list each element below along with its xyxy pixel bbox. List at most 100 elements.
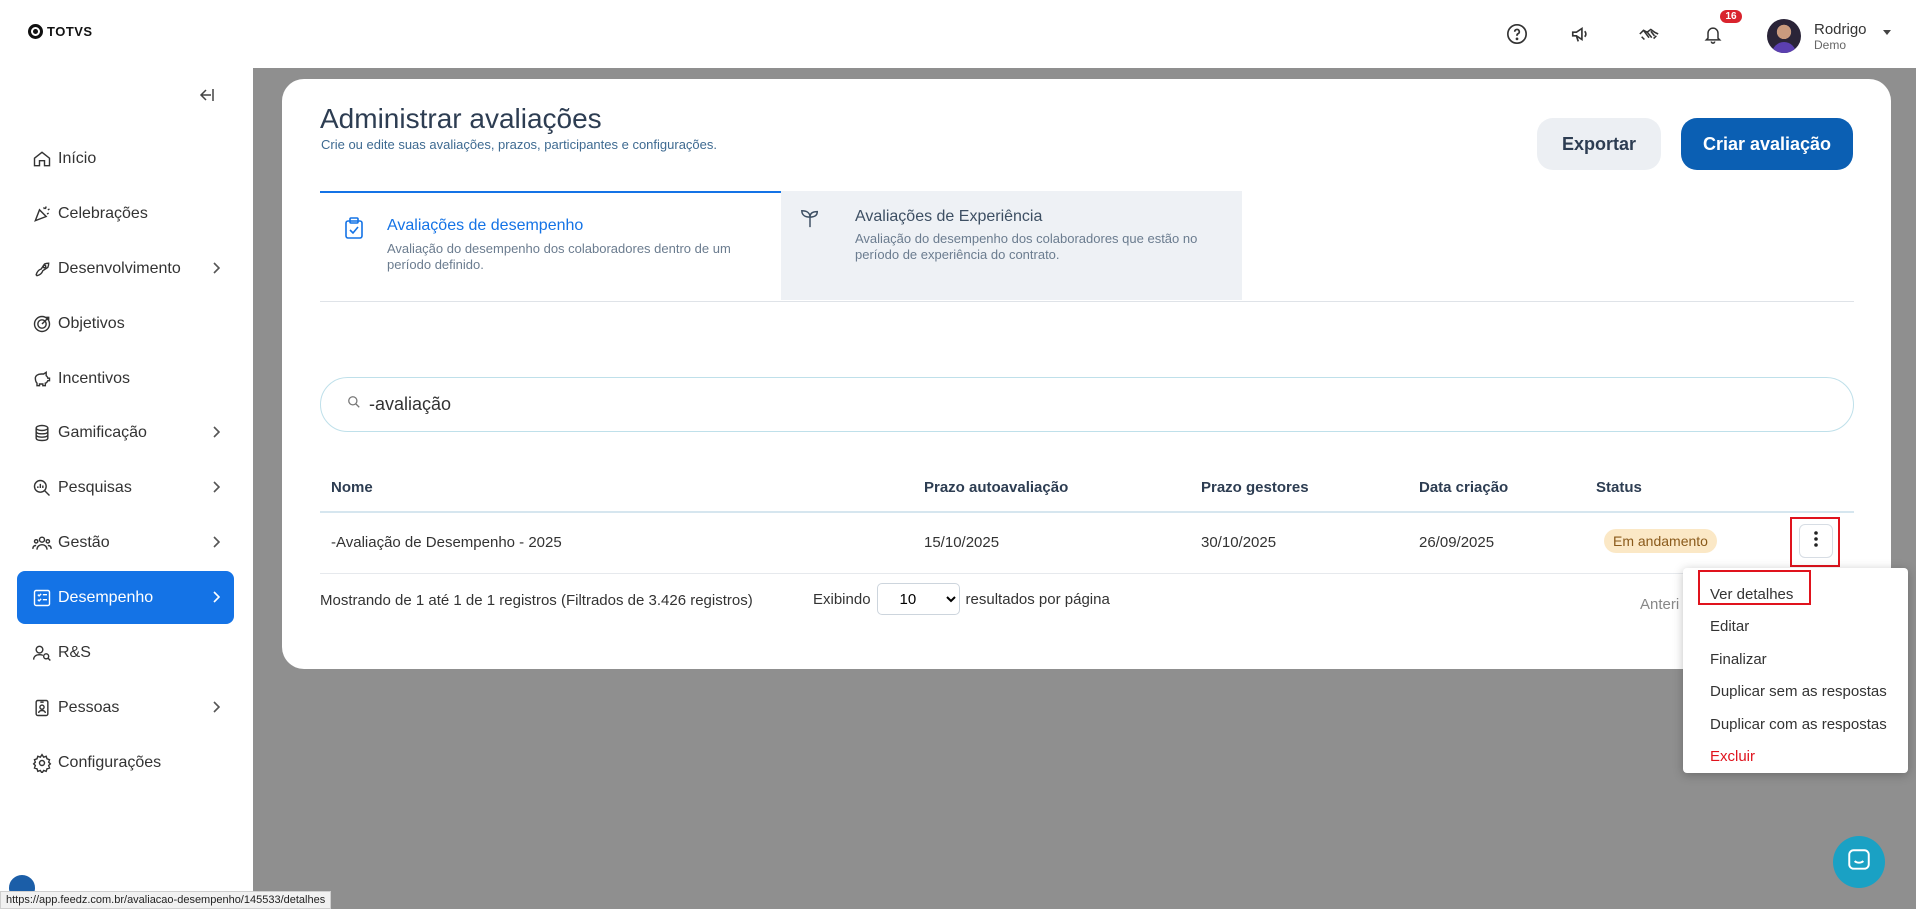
search-input[interactable] xyxy=(369,394,1769,415)
logo-text: TOTVS xyxy=(47,24,93,39)
sidebar-item-label: R&S xyxy=(58,643,91,661)
help-icon[interactable] xyxy=(1503,20,1531,48)
sidebar-item-gestao[interactable]: Gestão xyxy=(17,516,234,569)
per-page-select[interactable]: 10 xyxy=(876,583,960,615)
sidebar-item-gamificacao[interactable]: Gamificação xyxy=(17,406,234,459)
tab-title: Avaliações de desempenho xyxy=(387,217,584,234)
user-name[interactable]: Rodrigo xyxy=(1814,21,1867,38)
chevron-right-icon xyxy=(212,590,221,608)
column-header-nome[interactable]: Nome xyxy=(331,479,373,496)
page-subtitle: Crie ou edite suas avaliações, prazos, p… xyxy=(321,137,717,152)
sidebar-item-label: Gestão xyxy=(58,533,110,551)
per-page-suffix: resultados por página xyxy=(965,590,1110,608)
pagination-previous[interactable]: Anteri xyxy=(1640,596,1679,613)
create-evaluation-button[interactable]: Criar avaliação xyxy=(1681,118,1853,170)
sidebar-item-celebracoes[interactable]: Celebrações xyxy=(17,187,234,240)
search-bar[interactable] xyxy=(320,377,1854,432)
bell-icon[interactable] xyxy=(1699,20,1727,48)
cell-prazo-gestores: 30/10/2025 xyxy=(1201,534,1277,551)
sidebar-item-label: Desempenho xyxy=(58,588,154,606)
totvs-logo-mark xyxy=(28,24,43,39)
cell-prazo-autoavaliacao: 15/10/2025 xyxy=(924,534,1000,551)
sidebar-item-desempenho[interactable]: Desempenho xyxy=(17,571,234,624)
sidebar-item-label: Desenvolvimento xyxy=(58,259,181,277)
rocket-icon xyxy=(31,258,53,280)
sprout-icon xyxy=(799,208,821,233)
sidebar-item-pessoas[interactable]: Pessoas xyxy=(17,681,234,734)
cell-data-criacao: 26/09/2025 xyxy=(1419,534,1495,551)
chevron-right-icon xyxy=(212,480,221,498)
column-header-prazo-autoavaliacao[interactable]: Prazo autoavaliação xyxy=(924,479,1068,496)
records-info: Mostrando de 1 até 1 de 1 registros (Fil… xyxy=(320,592,753,609)
tabs-divider xyxy=(320,301,1854,302)
sidebar-item-label: Pessoas xyxy=(58,698,120,716)
user-menu-caret-icon[interactable] xyxy=(1883,30,1891,35)
menu-item-duplicar-com-respostas[interactable]: Duplicar com as respostas xyxy=(1710,716,1887,733)
tab-avaliacoes-desempenho[interactable]: Avaliações de desempenho Avaliação do de… xyxy=(320,191,781,300)
id-badge-icon xyxy=(31,697,53,719)
gear-icon xyxy=(31,752,53,774)
tab-description: Avaliação do desempenho dos colaboradore… xyxy=(855,231,1198,262)
sidebar-item-label: Configurações xyxy=(58,753,162,771)
sidebar-item-label: Incentivos xyxy=(58,369,131,387)
chart-search-icon xyxy=(31,477,53,499)
sidebar-item-label: Objetivos xyxy=(58,314,125,332)
sidebar-item-incentivos[interactable]: Incentivos xyxy=(17,352,234,405)
sidebar-item-rs[interactable]: R&S xyxy=(17,626,234,679)
cell-nome: -Avaliação de Desempenho - 2025 xyxy=(331,534,562,551)
sidebar-item-inicio[interactable]: Início xyxy=(17,132,234,185)
per-page-control: Exibindo 10 resultados por página xyxy=(813,583,1110,615)
menu-item-excluir[interactable]: Excluir xyxy=(1710,748,1755,765)
page-title: Administrar avaliações xyxy=(320,103,602,134)
column-header-status[interactable]: Status xyxy=(1596,479,1642,496)
target-icon xyxy=(31,313,53,335)
coins-icon xyxy=(31,422,53,444)
sidebar-item-label: Início xyxy=(58,149,97,167)
collapse-left-icon[interactable] xyxy=(199,88,215,107)
menu-item-finalizar[interactable]: Finalizar xyxy=(1710,651,1767,668)
chevron-right-icon xyxy=(212,700,221,718)
status-badge: Em andamento xyxy=(1604,529,1717,553)
piggy-bank-icon xyxy=(31,368,53,390)
user-subtitle: Demo xyxy=(1814,38,1847,52)
sidebar-item-desenvolvimento[interactable]: Desenvolvimento xyxy=(17,242,234,295)
handshake-icon[interactable] xyxy=(1635,20,1663,48)
party-icon xyxy=(31,203,53,225)
main-card: Administrar avaliações Crie ou edite sua… xyxy=(282,79,1891,669)
menu-item-editar[interactable]: Editar xyxy=(1710,618,1749,635)
status-bar-url: https://app.feedz.com.br/avaliacao-desem… xyxy=(0,891,332,909)
sidebar-item-label: Celebrações xyxy=(58,204,148,222)
sidebar-item-label: Pesquisas xyxy=(58,478,132,496)
totvs-logo[interactable]: TOTVS xyxy=(28,24,93,39)
column-header-prazo-gestores[interactable]: Prazo gestores xyxy=(1201,479,1309,496)
chevron-right-icon xyxy=(212,261,221,279)
home-icon xyxy=(31,148,53,170)
menu-item-duplicar-sem-respostas[interactable]: Duplicar sem as respostas xyxy=(1710,683,1887,700)
tab-avaliacoes-experiencia[interactable]: Avaliações de Experiência Avaliação do d… xyxy=(781,191,1242,300)
sidebar: Início Celebrações Desenvolvimento Objet… xyxy=(0,68,253,909)
column-header-data-criacao[interactable]: Data criação xyxy=(1419,479,1508,496)
avatar[interactable] xyxy=(1767,19,1801,53)
tab-description: Avaliação do desempenho dos colaboradore… xyxy=(387,241,731,272)
checklist-icon xyxy=(31,587,53,609)
user-search-icon xyxy=(31,642,53,664)
sidebar-item-objetivos[interactable]: Objetivos xyxy=(17,297,234,350)
showing-label: Exibindo xyxy=(813,590,871,608)
tab-title: Avaliações de Experiência xyxy=(855,208,1043,225)
highlight-box-actions xyxy=(1790,517,1840,567)
export-button[interactable]: Exportar xyxy=(1537,118,1661,170)
sidebar-item-configuracoes[interactable]: Configurações xyxy=(17,736,234,789)
highlight-box-ver-detalhes xyxy=(1698,570,1811,605)
chevron-right-icon xyxy=(212,425,221,443)
table-header-divider xyxy=(320,511,1854,513)
megaphone-icon[interactable] xyxy=(1567,20,1595,48)
search-icon xyxy=(347,395,361,414)
chat-icon xyxy=(1846,847,1872,878)
row-divider xyxy=(320,573,1854,574)
sidebar-item-pesquisas[interactable]: Pesquisas xyxy=(17,461,234,514)
team-icon xyxy=(31,532,53,554)
top-header: TOTVS 16 Rodrigo Demo xyxy=(0,0,1916,68)
notification-badge: 16 xyxy=(1720,10,1742,23)
clipboard-check-icon xyxy=(344,217,364,244)
chat-launcher-button[interactable] xyxy=(1833,836,1885,888)
